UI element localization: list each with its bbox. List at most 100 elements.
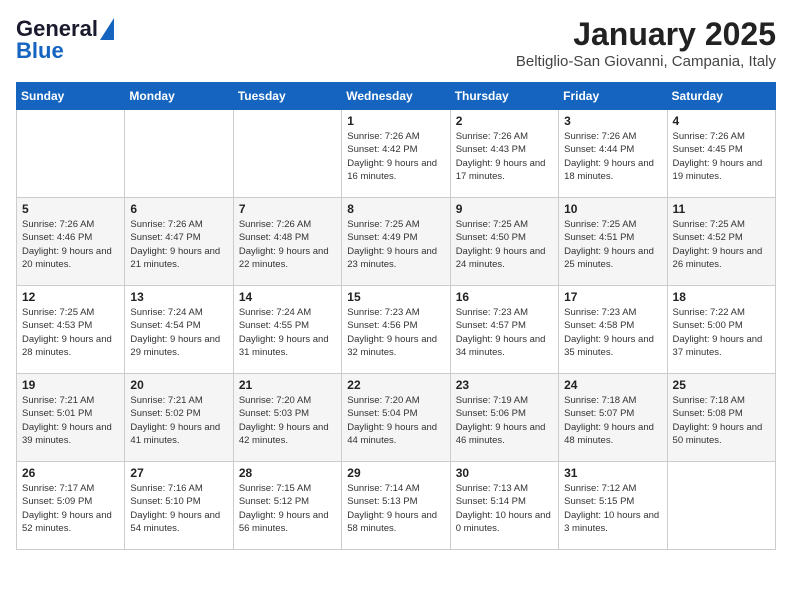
calendar-cell: 14 Sunrise: 7:24 AMSunset: 4:55 PMDayligh…	[233, 286, 341, 374]
day-number: 1	[347, 114, 444, 128]
calendar-cell: 22 Sunrise: 7:20 AMSunset: 5:04 PMDayligh…	[342, 374, 450, 462]
day-number: 31	[564, 466, 661, 480]
day-number: 8	[347, 202, 444, 216]
calendar-cell	[667, 462, 775, 550]
day-number: 15	[347, 290, 444, 304]
month-title: January 2025	[516, 16, 776, 53]
day-number: 29	[347, 466, 444, 480]
cell-info: Sunrise: 7:12 AMSunset: 5:15 PMDaylight:…	[564, 482, 661, 535]
cell-info: Sunrise: 7:26 AMSunset: 4:42 PMDaylight:…	[347, 130, 444, 183]
calendar-cell: 8 Sunrise: 7:25 AMSunset: 4:49 PMDaylight…	[342, 198, 450, 286]
day-number: 22	[347, 378, 444, 392]
day-number: 10	[564, 202, 661, 216]
page-header: General Blue January 2025 Beltiglio-San …	[16, 16, 776, 70]
calendar-week-4: 19Sunrise: 7:21 AMSunset: 5:01 PMDayligh…	[17, 374, 776, 462]
cell-info: Sunrise: 7:13 AMSunset: 5:14 PMDaylight:…	[456, 482, 553, 535]
cell-info: Sunrise: 7:23 AMSunset: 4:57 PMDaylight:…	[456, 306, 553, 359]
calendar-cell: 10 Sunrise: 7:25 AMSunset: 4:51 PMDayligh…	[559, 198, 667, 286]
day-number: 4	[673, 114, 770, 128]
calendar-cell: 6Sunrise: 7:26 AMSunset: 4:47 PMDaylight…	[125, 198, 233, 286]
cell-info: Sunrise: 7:25 AMSunset: 4:52 PMDaylight:…	[673, 218, 770, 271]
weekday-header-wednesday: Wednesday	[342, 83, 450, 110]
day-number: 5	[22, 202, 119, 216]
calendar-cell: 3 Sunrise: 7:26 AMSunset: 4:44 PMDaylight…	[559, 110, 667, 198]
calendar-week-3: 12Sunrise: 7:25 AMSunset: 4:53 PMDayligh…	[17, 286, 776, 374]
day-number: 23	[456, 378, 553, 392]
cell-info: Sunrise: 7:26 AMSunset: 4:45 PMDaylight:…	[673, 130, 770, 183]
calendar-cell	[125, 110, 233, 198]
day-number: 21	[239, 378, 336, 392]
day-number: 16	[456, 290, 553, 304]
calendar-week-2: 5 Sunrise: 7:26 AMSunset: 4:46 PMDaylight…	[17, 198, 776, 286]
weekday-header-sunday: Sunday	[17, 83, 125, 110]
cell-info: Sunrise: 7:18 AMSunset: 5:08 PMDaylight:…	[673, 394, 770, 447]
calendar-cell: 18 Sunrise: 7:22 AMSunset: 5:00 PMDayligh…	[667, 286, 775, 374]
calendar-cell: 15Sunrise: 7:23 AMSunset: 4:56 PMDayligh…	[342, 286, 450, 374]
day-number: 19	[22, 378, 119, 392]
calendar-cell: 23Sunrise: 7:19 AMSunset: 5:06 PMDayligh…	[450, 374, 558, 462]
logo: General Blue	[16, 16, 114, 64]
cell-info: Sunrise: 7:24 AMSunset: 4:54 PMDaylight:…	[130, 306, 227, 359]
cell-info: Sunrise: 7:23 AMSunset: 4:58 PMDaylight:…	[564, 306, 661, 359]
cell-info: Sunrise: 7:26 AMSunset: 4:44 PMDaylight:…	[564, 130, 661, 183]
calendar-header: SundayMondayTuesdayWednesdayThursdayFrid…	[17, 83, 776, 110]
day-number: 7	[239, 202, 336, 216]
cell-info: Sunrise: 7:17 AMSunset: 5:09 PMDaylight:…	[22, 482, 119, 535]
cell-info: Sunrise: 7:26 AMSunset: 4:43 PMDaylight:…	[456, 130, 553, 183]
cell-info: Sunrise: 7:26 AMSunset: 4:46 PMDaylight:…	[22, 218, 119, 271]
day-number: 24	[564, 378, 661, 392]
calendar-cell: 27Sunrise: 7:16 AMSunset: 5:10 PMDayligh…	[125, 462, 233, 550]
cell-info: Sunrise: 7:25 AMSunset: 4:50 PMDaylight:…	[456, 218, 553, 271]
calendar-cell	[17, 110, 125, 198]
calendar-cell: 29 Sunrise: 7:14 AMSunset: 5:13 PMDayligh…	[342, 462, 450, 550]
cell-info: Sunrise: 7:22 AMSunset: 5:00 PMDaylight:…	[673, 306, 770, 359]
calendar-cell: 25 Sunrise: 7:18 AMSunset: 5:08 PMDayligh…	[667, 374, 775, 462]
day-number: 20	[130, 378, 227, 392]
cell-info: Sunrise: 7:20 AMSunset: 5:04 PMDaylight:…	[347, 394, 444, 447]
day-number: 25	[673, 378, 770, 392]
logo-triangle-icon	[100, 18, 114, 40]
calendar-cell: 4 Sunrise: 7:26 AMSunset: 4:45 PMDaylight…	[667, 110, 775, 198]
weekday-header-thursday: Thursday	[450, 83, 558, 110]
weekday-header-saturday: Saturday	[667, 83, 775, 110]
calendar-cell: 16 Sunrise: 7:23 AMSunset: 4:57 PMDayligh…	[450, 286, 558, 374]
day-number: 27	[130, 466, 227, 480]
day-number: 3	[564, 114, 661, 128]
cell-info: Sunrise: 7:18 AMSunset: 5:07 PMDaylight:…	[564, 394, 661, 447]
logo-blue: Blue	[16, 38, 64, 64]
calendar-cell: 9 Sunrise: 7:25 AMSunset: 4:50 PMDaylight…	[450, 198, 558, 286]
weekday-header-tuesday: Tuesday	[233, 83, 341, 110]
cell-info: Sunrise: 7:24 AMSunset: 4:55 PMDaylight:…	[239, 306, 336, 359]
weekday-header-monday: Monday	[125, 83, 233, 110]
day-number: 14	[239, 290, 336, 304]
day-number: 2	[456, 114, 553, 128]
calendar-cell: 7Sunrise: 7:26 AMSunset: 4:48 PMDaylight…	[233, 198, 341, 286]
calendar-cell: 21Sunrise: 7:20 AMSunset: 5:03 PMDayligh…	[233, 374, 341, 462]
cell-info: Sunrise: 7:15 AMSunset: 5:12 PMDaylight:…	[239, 482, 336, 535]
cell-info: Sunrise: 7:14 AMSunset: 5:13 PMDaylight:…	[347, 482, 444, 535]
day-number: 28	[239, 466, 336, 480]
cell-info: Sunrise: 7:25 AMSunset: 4:51 PMDaylight:…	[564, 218, 661, 271]
day-number: 11	[673, 202, 770, 216]
calendar-cell: 11 Sunrise: 7:25 AMSunset: 4:52 PMDayligh…	[667, 198, 775, 286]
calendar-cell: 20 Sunrise: 7:21 AMSunset: 5:02 PMDayligh…	[125, 374, 233, 462]
weekday-header-row: SundayMondayTuesdayWednesdayThursdayFrid…	[17, 83, 776, 110]
day-number: 9	[456, 202, 553, 216]
calendar-cell	[233, 110, 341, 198]
cell-info: Sunrise: 7:21 AMSunset: 5:02 PMDaylight:…	[130, 394, 227, 447]
calendar-cell: 31 Sunrise: 7:12 AMSunset: 5:15 PMDayligh…	[559, 462, 667, 550]
calendar-table: SundayMondayTuesdayWednesdayThursdayFrid…	[16, 82, 776, 550]
calendar-cell: 30 Sunrise: 7:13 AMSunset: 5:14 PMDayligh…	[450, 462, 558, 550]
calendar-cell: 19Sunrise: 7:21 AMSunset: 5:01 PMDayligh…	[17, 374, 125, 462]
weekday-header-friday: Friday	[559, 83, 667, 110]
day-number: 30	[456, 466, 553, 480]
day-number: 17	[564, 290, 661, 304]
calendar-cell: 12Sunrise: 7:25 AMSunset: 4:53 PMDayligh…	[17, 286, 125, 374]
calendar-week-5: 26 Sunrise: 7:17 AMSunset: 5:09 PMDayligh…	[17, 462, 776, 550]
title-block: January 2025 Beltiglio-San Giovanni, Cam…	[516, 16, 776, 70]
calendar-cell: 1 Sunrise: 7:26 AMSunset: 4:42 PMDaylight…	[342, 110, 450, 198]
day-number: 18	[673, 290, 770, 304]
day-number: 26	[22, 466, 119, 480]
cell-info: Sunrise: 7:25 AMSunset: 4:49 PMDaylight:…	[347, 218, 444, 271]
calendar-cell: 28 Sunrise: 7:15 AMSunset: 5:12 PMDayligh…	[233, 462, 341, 550]
